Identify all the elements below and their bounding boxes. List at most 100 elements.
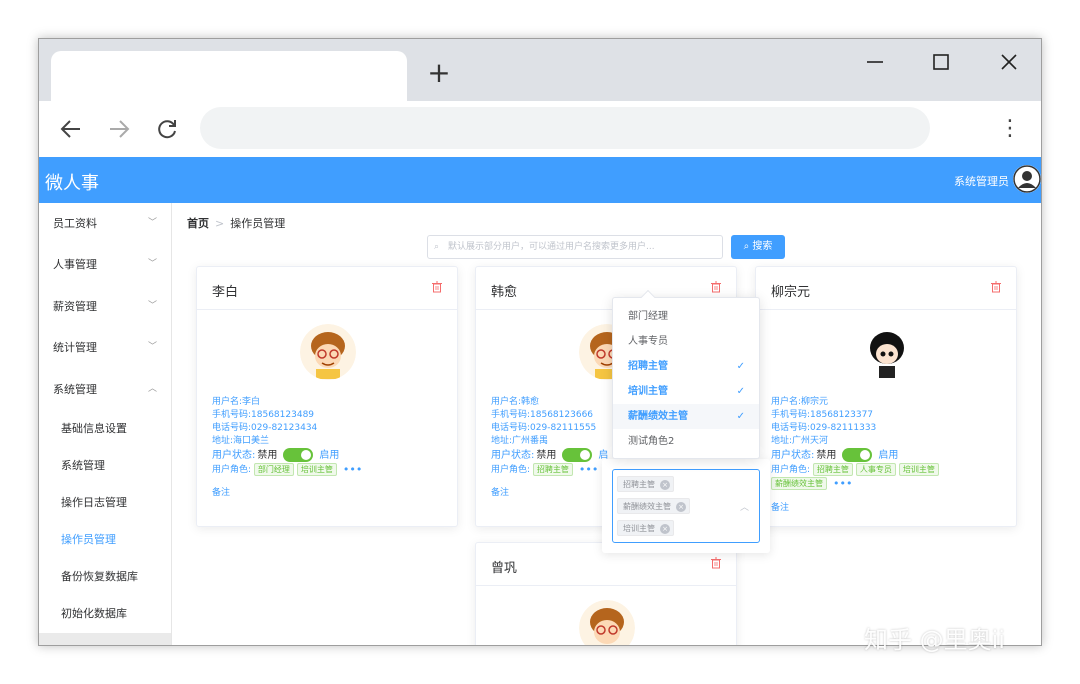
watermark: 知乎 @里奥ii xyxy=(864,620,1005,655)
user-avatar xyxy=(859,324,915,380)
role-option-label: 培训主管 xyxy=(628,386,668,397)
card-username: 用户名:韩愈 xyxy=(491,394,539,407)
role-option[interactable]: 测试角色2 xyxy=(613,429,759,454)
forward-arrow-icon[interactable] xyxy=(105,115,133,143)
submenu-item-basic-info[interactable]: 基础信息设置 xyxy=(39,410,171,447)
role-option[interactable]: 人事专员 xyxy=(613,329,759,354)
role-option-label: 人事专员 xyxy=(628,336,668,347)
breadcrumb-current: 操作员管理 xyxy=(230,217,285,230)
sidebar-item-label: 系统管理 xyxy=(53,383,97,396)
delete-icon[interactable] xyxy=(710,281,722,293)
delete-icon[interactable] xyxy=(710,557,722,569)
card-roles: 用户角色: 招聘主管人事专员培训主管 xyxy=(771,462,942,476)
card-header: 李白 xyxy=(197,267,457,310)
role-select[interactable]: 招聘主管× 薪酬绩效主管× 培训主管× ︿ xyxy=(612,469,760,543)
search-button[interactable]: ⌕ 搜索 xyxy=(731,235,785,259)
user-avatar-icon[interactable] xyxy=(1013,165,1041,193)
status-off-label: 禁用 xyxy=(816,450,836,461)
more-icon[interactable]: ••• xyxy=(343,463,362,476)
selected-role-tag: 薪酬绩效主管× xyxy=(617,498,690,514)
card-mobile: 手机号码:18568123489 xyxy=(212,407,314,420)
card-mobile: 手机号码:18568123377 xyxy=(771,407,873,420)
status-label: 用户状态: xyxy=(771,450,814,461)
card-remark: 备注 xyxy=(212,485,230,498)
selected-role-tag: 招聘主管× xyxy=(617,476,674,492)
submenu-item-operation-log[interactable]: 操作日志管理 xyxy=(39,484,171,521)
card-status: 用户状态:禁用启用 xyxy=(212,446,339,462)
status-on-label: 启用 xyxy=(319,450,339,461)
more-icon[interactable]: ••• xyxy=(579,463,598,476)
status-toggle[interactable] xyxy=(283,448,313,462)
tag-close-icon[interactable]: × xyxy=(660,524,670,534)
status-toggle[interactable] xyxy=(842,448,872,462)
role-option[interactable]: 部门经理 xyxy=(613,304,759,329)
app-title: 微人事 xyxy=(45,169,99,195)
role-option[interactable]: 招聘主管✓ xyxy=(613,354,759,379)
sidebar-item-label: 统计管理 xyxy=(53,341,97,354)
browser-toolbar: ⋮ xyxy=(39,101,1042,157)
role-option[interactable]: 培训主管✓ xyxy=(613,379,759,404)
address-bar[interactable] xyxy=(200,107,930,149)
more-icon[interactable]: ••• xyxy=(833,477,852,490)
role-tag: 部门经理 xyxy=(254,463,294,476)
card-title: 李白 xyxy=(212,281,238,300)
selected-role-tag: 培训主管× xyxy=(617,520,674,536)
card-remark: 备注 xyxy=(771,500,789,513)
tag-close-icon[interactable]: × xyxy=(676,502,686,512)
submenu-item-operators[interactable]: 操作员管理 xyxy=(39,521,171,558)
chevron-up-icon[interactable]: ︿ xyxy=(740,500,749,513)
status-on-label: 启用 xyxy=(878,450,898,461)
role-tag: 薪酬绩效主管 xyxy=(771,477,827,490)
role-tag: 招聘主管 xyxy=(813,463,853,476)
user-card: 柳宗元 用户名:柳宗元 手机号码:18568123377 电话号码:029-82… xyxy=(755,266,1017,527)
maximize-icon[interactable] xyxy=(921,47,961,77)
reload-icon[interactable] xyxy=(153,115,181,143)
user-name[interactable]: 系统管理员 xyxy=(954,173,1009,189)
delete-icon[interactable] xyxy=(431,281,443,293)
roles-label: 用户角色: xyxy=(771,465,810,475)
card-address: 地址:广州番禺 xyxy=(491,433,548,446)
sidebar-item-salary[interactable]: 薪资管理﹀ xyxy=(39,286,171,327)
chevron-down-icon: ﹀ xyxy=(148,327,157,368)
role-option-label: 测试角色2 xyxy=(628,436,674,447)
card-username: 用户名:李白 xyxy=(212,394,260,407)
browser-menu-icon[interactable]: ⋮ xyxy=(999,115,1019,143)
close-icon[interactable] xyxy=(989,47,1029,77)
card-remark: 备注 xyxy=(491,485,509,498)
minimize-icon[interactable] xyxy=(855,47,895,77)
user-avatar xyxy=(579,600,635,646)
tag-close-icon[interactable]: × xyxy=(660,480,670,490)
chevron-down-icon: ﹀ xyxy=(148,286,157,327)
delete-icon[interactable] xyxy=(990,281,1002,293)
user-card: 曾巩 xyxy=(475,542,737,646)
card-title: 韩愈 xyxy=(491,281,517,300)
role-dropdown: 部门经理 人事专员 招聘主管✓ 培训主管✓ 薪酬绩效主管✓ 测试角色2 xyxy=(612,297,760,459)
card-roles: 用户角色: 部门经理培训主管••• xyxy=(212,462,362,476)
status-toggle[interactable] xyxy=(562,448,592,462)
card-status: 用户状态:禁用 启用 xyxy=(771,446,898,462)
tab-strip: + xyxy=(39,39,1042,101)
card-address: 地址:广州天河 xyxy=(771,433,828,446)
card-mobile: 手机号码:18568123666 xyxy=(491,407,593,420)
new-tab-button[interactable]: + xyxy=(425,59,453,87)
card-status: 用户状态:禁用启 xyxy=(491,446,608,462)
sidebar-item-system[interactable]: 系统管理︿ xyxy=(39,369,171,410)
sidebar-item-employee[interactable]: 员工资料﹀ xyxy=(39,203,171,244)
breadcrumb-home[interactable]: 首页 xyxy=(187,217,209,230)
app-header: 微人事 系统管理员 xyxy=(39,157,1042,203)
chevron-down-icon: ﹀ xyxy=(148,244,157,285)
card-username: 用户名:柳宗元 xyxy=(771,394,828,407)
back-arrow-icon[interactable] xyxy=(57,115,85,143)
roles-label: 用户角色: xyxy=(491,465,530,475)
breadcrumb-separator-icon: > xyxy=(215,217,224,230)
role-option[interactable]: 薪酬绩效主管✓ xyxy=(613,404,759,429)
submenu-item-init-db[interactable]: 初始化数据库 xyxy=(39,595,171,632)
submenu-item-backup[interactable]: 备份恢复数据库 xyxy=(39,558,171,595)
submenu-item-system[interactable]: 系统管理 xyxy=(39,447,171,484)
browser-tab[interactable] xyxy=(51,51,407,101)
sidebar-item-personnel[interactable]: 人事管理﹀ xyxy=(39,244,171,285)
browser-window: + ⋮ 微人事 系统管理员 员工资料﹀ 人事管理﹀ 薪资管理﹀ 统计管理 ﹀ 系统… xyxy=(38,38,1042,646)
sidebar-item-statistics[interactable]: 统计管理 ﹀ xyxy=(39,327,171,368)
search-input[interactable]: ⌕默认展示部分用户，可以通过用户名搜索更多用户... xyxy=(427,235,723,259)
status-off-label: 禁用 xyxy=(536,450,556,461)
